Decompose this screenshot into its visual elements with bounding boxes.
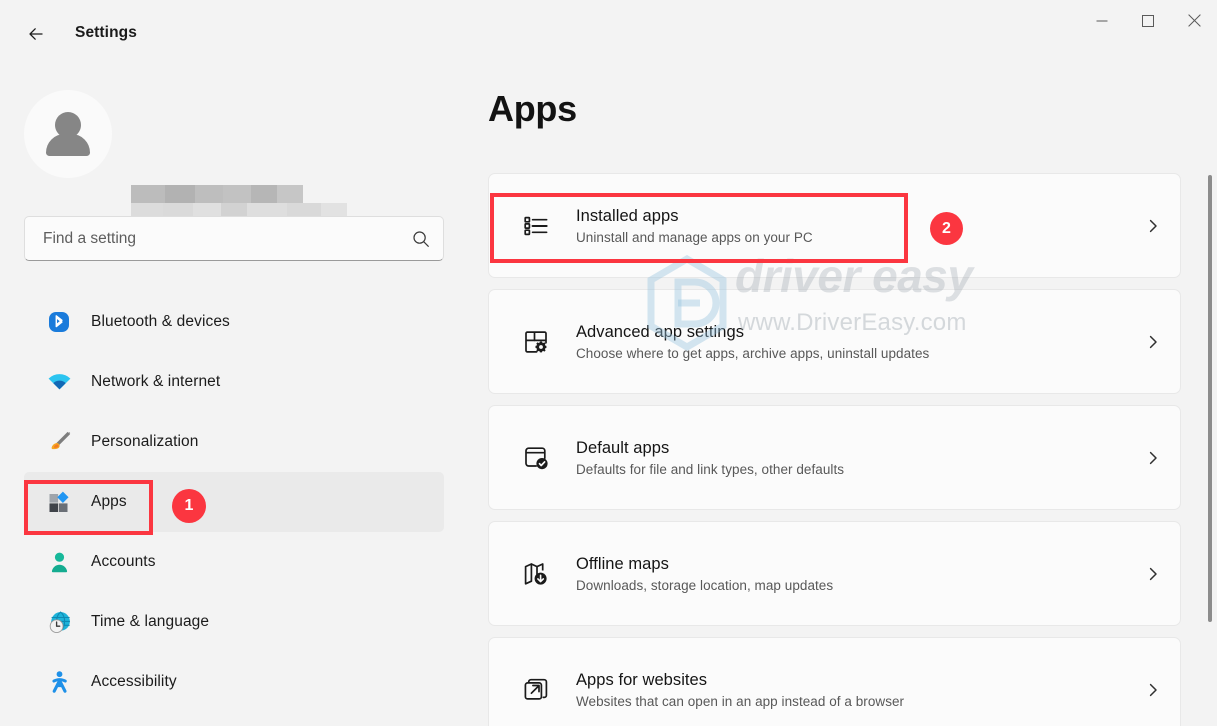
wifi-icon [46, 369, 72, 395]
main-content: Apps Installed apps Uninstall an [470, 73, 1217, 726]
back-arrow-icon [26, 24, 46, 49]
sidebar-item-label: Accounts [91, 553, 156, 571]
close-icon [1188, 14, 1201, 32]
avatar[interactable] [24, 90, 112, 178]
sidebar-item-network-internet[interactable]: Network & internet [24, 352, 444, 412]
sidebar-item-label: Personalization [91, 433, 198, 451]
card-text: Offline maps Downloads, storage location… [576, 555, 1126, 593]
paintbrush-icon [46, 429, 72, 455]
card-title: Installed apps [576, 207, 1126, 226]
card-apps-for-websites[interactable]: Apps for websites Websites that can open… [488, 637, 1181, 726]
settings-card-list: Installed apps Uninstall and manage apps… [488, 173, 1181, 726]
card-subtitle: Websites that can open in an app instead… [576, 694, 1126, 709]
sidebar-item-accessibility[interactable]: Accessibility [24, 652, 444, 712]
sidebar-item-label: Apps [91, 493, 127, 511]
chevron-right-icon[interactable] [1126, 450, 1180, 466]
card-subtitle: Downloads, storage location, map updates [576, 578, 1126, 593]
account-profile[interactable] [24, 90, 112, 178]
sidebar-item-bluetooth-devices[interactable]: Bluetooth & devices [24, 292, 444, 352]
bulleted-list-icon [521, 211, 551, 241]
sidebar-item-label: Network & internet [91, 373, 220, 391]
card-offline-maps[interactable]: Offline maps Downloads, storage location… [488, 521, 1181, 626]
sidebar-item-accounts[interactable]: Accounts [24, 532, 444, 592]
card-title: Apps for websites [576, 671, 1126, 690]
minimize-button[interactable] [1079, 0, 1125, 46]
open-external-window-icon [521, 675, 551, 705]
person-avatar-icon [24, 90, 112, 178]
card-subtitle: Uninstall and manage apps on your PC [576, 230, 1126, 245]
map-download-icon [521, 559, 551, 589]
card-text: Advanced app settings Choose where to ge… [576, 323, 1126, 361]
card-text: Default apps Defaults for file and link … [576, 439, 1126, 477]
settings-window: Settings [0, 0, 1217, 726]
title-bar: Settings [0, 0, 1217, 73]
chevron-right-icon[interactable] [1126, 218, 1180, 234]
search-input[interactable] [25, 230, 399, 248]
vertical-scrollbar-thumb[interactable] [1208, 175, 1212, 622]
window-title: Settings [75, 24, 137, 42]
search-icon[interactable] [399, 230, 443, 248]
apps-icon [46, 489, 72, 515]
sidebar-item-personalization[interactable]: Personalization [24, 412, 444, 472]
card-subtitle: Defaults for file and link types, other … [576, 462, 1126, 477]
window-controls [1079, 0, 1217, 46]
card-installed-apps[interactable]: Installed apps Uninstall and manage apps… [488, 173, 1181, 278]
chevron-right-icon[interactable] [1126, 334, 1180, 350]
sidebar-item-apps[interactable]: Apps [24, 472, 444, 532]
card-subtitle: Choose where to get apps, archive apps, … [576, 346, 1126, 361]
sidebar: Bluetooth & devices Network & internet [0, 73, 470, 726]
card-default-apps[interactable]: Default apps Defaults for file and link … [488, 405, 1181, 510]
card-title: Default apps [576, 439, 1126, 458]
card-title: Offline maps [576, 555, 1126, 574]
person-icon [46, 549, 72, 575]
maximize-icon [1142, 14, 1154, 32]
sidebar-nav: Bluetooth & devices Network & internet [24, 292, 444, 712]
sidebar-item-label: Accessibility [91, 673, 177, 691]
card-title: Advanced app settings [576, 323, 1126, 342]
maximize-button[interactable] [1125, 0, 1171, 46]
back-button[interactable] [18, 18, 54, 54]
scrollbar-track[interactable] [1208, 173, 1212, 726]
clock-globe-icon [46, 609, 72, 635]
page-title: Apps [488, 88, 577, 130]
close-button[interactable] [1171, 0, 1217, 46]
chevron-right-icon[interactable] [1126, 566, 1180, 582]
chevron-right-icon[interactable] [1126, 682, 1180, 698]
search-input-wrapper[interactable] [24, 216, 444, 261]
sidebar-item-label: Bluetooth & devices [91, 313, 230, 331]
window-check-icon [521, 443, 551, 473]
minimize-icon [1096, 14, 1108, 32]
sidebar-item-time-language[interactable]: Time & language [24, 592, 444, 652]
sidebar-item-label: Time & language [91, 613, 209, 631]
app-grid-gear-icon [521, 327, 551, 357]
accessibility-icon [46, 669, 72, 695]
bluetooth-icon [46, 309, 72, 335]
card-advanced-app-settings[interactable]: Advanced app settings Choose where to ge… [488, 289, 1181, 394]
card-text: Installed apps Uninstall and manage apps… [576, 207, 1126, 245]
card-text: Apps for websites Websites that can open… [576, 671, 1126, 709]
